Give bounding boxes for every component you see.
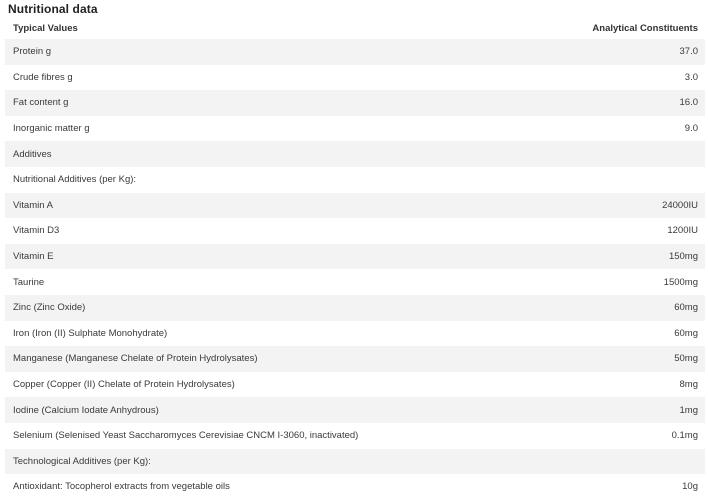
row-label: Iron (Iron (II) Sulphate Monohydrate) [13, 327, 168, 339]
table-row: Vitamin D3 1200IU [5, 218, 705, 244]
row-label: Antioxidant: Tocopherol extracts from ve… [13, 481, 230, 493]
row-value: 1200IU [667, 225, 698, 237]
table-row: Iron (Iron (II) Sulphate Monohydrate) 60… [5, 321, 705, 347]
row-value: 1500mg [663, 276, 698, 288]
table-row: Vitamin E 150mg [5, 243, 705, 270]
row-label: Vitamin D3 [13, 225, 60, 237]
row-value: 16.0 [679, 97, 699, 109]
row-label: Nutritional Additives (per Kg): [13, 174, 137, 186]
row-label: Selenium (Selenised Yeast Saccharomyces … [13, 430, 359, 442]
row-value: 150mg [668, 251, 698, 263]
row-label: Technological Additives (per Kg): [13, 455, 151, 467]
row-label: Vitamin E [13, 251, 54, 263]
row-value: 9.0 [684, 123, 698, 135]
row-value: 8mg [679, 379, 698, 391]
row-label: Zinc (Zinc Oxide) [13, 302, 86, 314]
row-value: 3.0 [684, 71, 698, 83]
row-label: Fat content g [13, 97, 69, 109]
row-label: Copper (Copper (II) Chelate of Protein H… [13, 379, 235, 391]
table-row: Crude fibres g 3.0 [5, 65, 705, 91]
row-label: Inorganic matter g [13, 123, 90, 135]
section-title: Nutritional data [8, 2, 98, 16]
row-value: 50mg [674, 353, 698, 365]
table-row: Taurine 1500mg [5, 269, 705, 295]
table-row: Additives [5, 141, 705, 167]
row-label: Manganese (Manganese Chelate of Protein … [13, 353, 258, 365]
row-value: 60mg [674, 302, 698, 314]
table-row: Vitamin A 24000IU [5, 192, 705, 219]
table-header-row: Typical Values Analytical Constituents [5, 18, 705, 39]
header-typical-values: Typical Values [13, 23, 78, 34]
row-label: Taurine [13, 276, 45, 288]
row-label: Iodine (Calcium Iodate Anhydrous) [13, 404, 159, 416]
table-row: Iodine (Calcium Iodate Anhydrous) 1mg [5, 397, 705, 423]
table-row: Selenium (Selenised Yeast Saccharomyces … [5, 423, 705, 449]
table-row: Manganese (Manganese Chelate of Protein … [5, 346, 705, 372]
table-row: Copper (Copper (II) Chelate of Protein H… [5, 372, 705, 398]
table-row: Fat content g 16.0 [5, 90, 705, 116]
row-value: 60mg [674, 327, 698, 339]
row-label: Crude fibres g [13, 71, 73, 83]
table-row: Antioxidant: Tocopherol extracts from ve… [5, 474, 705, 500]
table-row: Protein g 37.0 [5, 39, 705, 65]
row-value: 0.1mg [671, 430, 698, 442]
table-row: Zinc (Zinc Oxide) 60mg [5, 294, 705, 321]
row-label: Protein g [13, 46, 52, 58]
row-label: Vitamin A [13, 199, 53, 211]
header-analytical-constituents: Analytical Constituents [592, 23, 698, 34]
row-value: 37.0 [679, 46, 699, 58]
table-row: Nutritional Additives (per Kg): [5, 167, 705, 193]
table-row: Inorganic matter g 9.0 [5, 116, 705, 142]
row-label: Additives [13, 148, 52, 160]
nutrition-table: Typical Values Analytical Constituents P… [5, 18, 705, 500]
row-value: 24000IU [662, 199, 698, 211]
row-value: 10g [682, 481, 698, 493]
row-value: 1mg [679, 404, 698, 416]
table-row: Technological Additives (per Kg): [5, 448, 705, 475]
